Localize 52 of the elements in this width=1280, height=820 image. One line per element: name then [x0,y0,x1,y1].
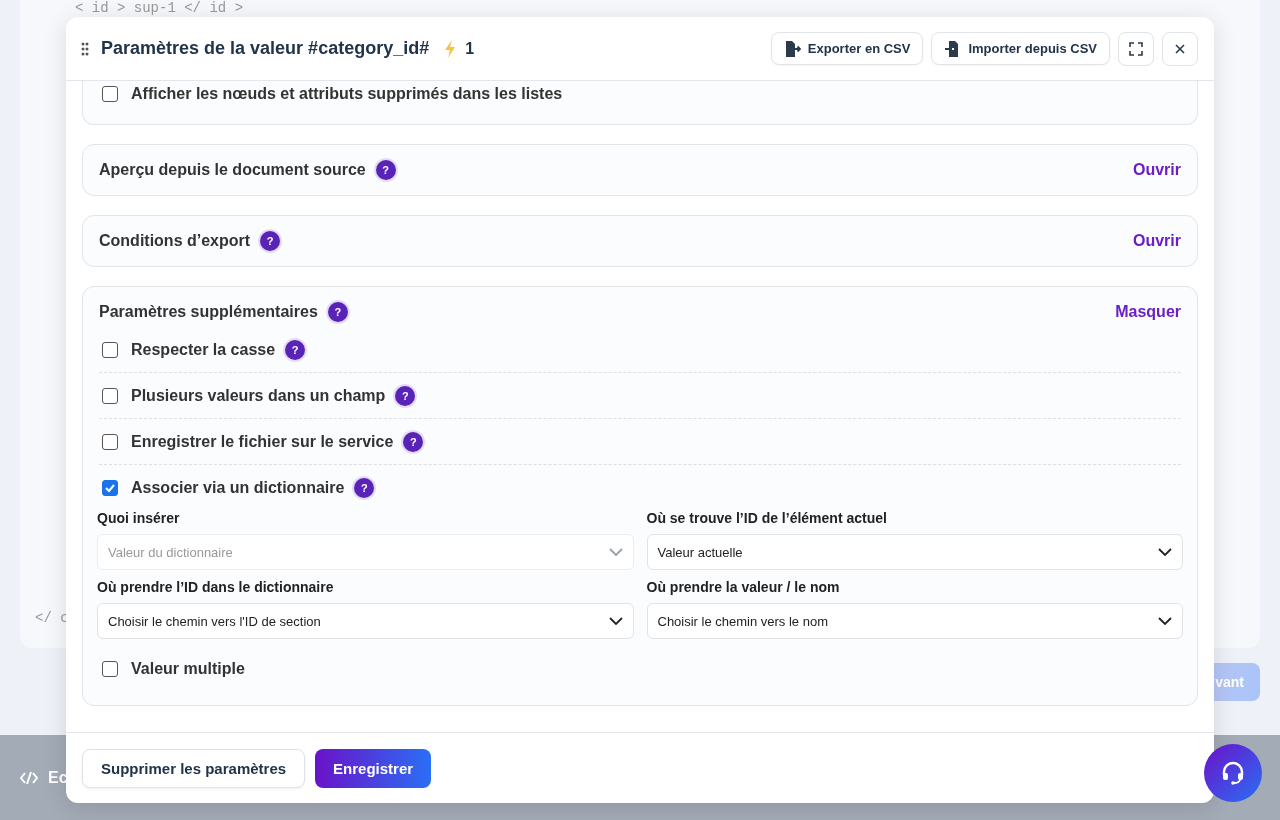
checkbox[interactable] [102,661,118,677]
fullscreen-button[interactable] [1118,31,1154,66]
export-button[interactable]: Exporter en CSV [770,32,924,65]
checkbox[interactable] [102,433,118,450]
help-badge[interactable]: ? [327,302,348,322]
field-label: Où prendre la valeur / le nom [646,579,841,595]
code-line: < id > sup-1 </ id > [75,0,244,16]
delete-settings-button[interactable]: Supprimer les paramètres [82,748,306,788]
option-label: Afficher les nœuds et attributs supprimés dans les listes [131,85,563,103]
checkbox[interactable] [102,341,118,358]
help-badge[interactable]: ? [354,477,375,498]
toggle-link[interactable]: Masquer [1115,303,1181,321]
chevron-down-icon [1158,617,1172,625]
headset-icon [1220,760,1246,786]
chevron-down-icon [608,548,623,556]
field-label: Quoi insérer [97,510,181,526]
chevron-down-icon [608,617,623,625]
option-label: Respecter la casse [131,340,276,359]
checkbox[interactable] [102,86,118,102]
field-label: Où se trouve l’ID de l’élément actuel [646,510,888,526]
lightning-icon [443,38,458,59]
help-badge[interactable]: ? [285,339,306,360]
checkbox[interactable] [102,387,118,404]
file-arrow-icon [783,39,801,58]
help-badge[interactable]: ? [395,385,416,406]
select-field[interactable]: Choisir le chemin vers le nom [646,603,1183,639]
save-button[interactable]: Enregistrer [315,748,432,788]
close-button[interactable] [1162,31,1198,66]
option-label: Plusieurs valeurs dans un champ [131,386,386,405]
dialog-title: Paramètres de la valeur #category_id# [101,38,430,59]
footer-label: Ec [48,768,68,787]
section-title: Aperçu depuis le document source [99,161,366,179]
close-icon [1174,42,1186,55]
section-title: Conditions d’export [99,232,251,250]
field-label: Où prendre l’ID dans le dictionnaire [97,579,335,595]
section-title: Paramètres supplémentaires [99,303,318,321]
option-label: Associer via un dictionnaire [131,478,345,497]
import-button[interactable]: Importer depuis CSV [931,32,1110,65]
select-field[interactable]: Valeur actuelle [646,534,1183,570]
help-badge[interactable]: ? [375,160,396,180]
count-label: 1 [465,39,475,58]
help-badge[interactable]: ? [260,231,281,251]
checkbox[interactable] [102,479,118,496]
drag-handle-icon [81,41,89,56]
option-label: Enregistrer le fichier sur le service [131,432,394,451]
chevron-down-icon [1158,548,1172,556]
select-field[interactable]: Choisir le chemin vers l'ID de section [97,603,634,639]
toggle-link[interactable]: Ouvrir [1133,232,1181,250]
expand-icon [1129,41,1143,56]
help-badge[interactable]: ? [403,431,424,452]
option-label: Valeur multiple [131,660,245,678]
toggle-link[interactable]: Ouvrir [1133,161,1181,179]
